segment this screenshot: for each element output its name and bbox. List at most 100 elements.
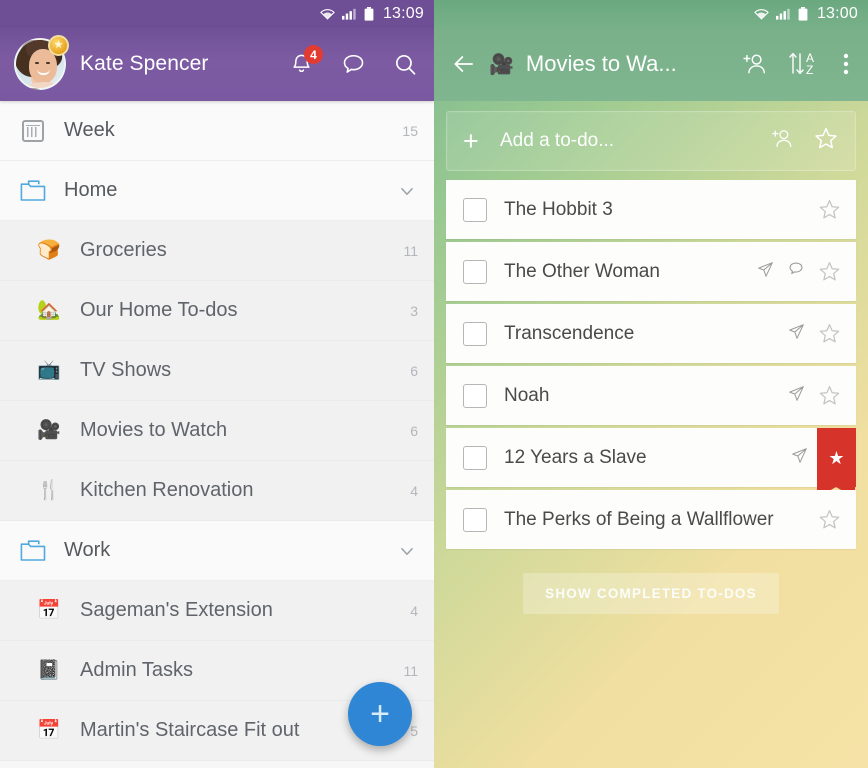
star-outline-icon[interactable] [818,198,841,221]
todo-checkbox[interactable] [463,259,487,284]
chevron-down-icon[interactable] [396,540,418,562]
todo-meta [818,198,856,221]
star-outline-icon[interactable] [813,126,839,156]
bell-icon[interactable]: 4 [286,45,323,79]
folder-icon [18,179,48,202]
dual-screenshot: 13:09 ★ Kate Spencer 4 Week 15 Home 🍞 Gr… [0,0,868,768]
house-with-garden-icon: 🏡 [37,300,61,321]
page-title: Movies to Wa... [525,51,677,76]
avatar[interactable]: ★ [14,35,69,90]
plus-icon: + [463,125,479,156]
sidebar-item-label: TV Shows [80,359,172,381]
add-todo-input[interactable]: + Add a to-do... [446,111,856,171]
star-outline-icon[interactable] [818,508,841,531]
battery-icon [364,6,374,21]
todo-row[interactable]: 12 Years a Slave ★ [446,428,856,498]
back-arrow-icon[interactable] [447,51,481,77]
sidebar-item-sageman-s-extension[interactable]: 📅 Sageman's Extension 4 [0,581,434,641]
right-app-bar: 🎥 Movies to Wa... A Z [434,27,868,101]
more-vertical-icon[interactable] [837,49,855,79]
star-badge-icon: ★ [48,35,69,56]
calendar-icon: 📅 [37,720,61,741]
sidebar-item-tv-shows[interactable]: 📺 TV Shows 6 [0,341,434,401]
assignee-paper-plane-icon [791,447,808,469]
comment-bubble-icon [787,260,805,283]
movie-camera-icon: 🎥 [37,420,61,441]
sidebar-item-count: 5 [410,722,418,739]
plus-icon: + [370,695,390,733]
sidebar-item-our-home-to-dos[interactable]: 🏡 Our Home To-dos 3 [0,281,434,341]
week-calendar-icon [18,119,48,142]
right-appbar-actions: A Z [739,49,855,79]
show-completed-todos-button[interactable]: SHOW COMPLETED TO-DOS [523,573,779,614]
fork-and-knife-icon: 🍴 [37,480,61,501]
sidebar-item-label: Sageman's Extension [80,599,273,621]
svg-text:Z: Z [806,63,813,77]
wifi-icon [320,8,335,20]
sidebar-item-home[interactable]: Home [0,161,434,221]
star-outline-icon[interactable] [818,384,841,407]
todo-checkbox[interactable] [463,197,487,222]
sidebar-item-label: Kitchen Renovation [80,479,254,501]
todo-row[interactable]: Transcendence [446,304,856,363]
todo-label: The Other Woman [504,260,660,282]
sidebar-item-label: Movies to Watch [80,419,228,441]
sidebar-item-count: 6 [410,422,418,439]
todo-label: Transcendence [504,322,635,344]
sidebar-item-count: 11 [403,242,418,259]
todo-checkbox[interactable] [463,445,487,470]
left-status-bar: 13:09 [0,0,434,27]
sidebar-item-label: Home [64,179,118,201]
sidebar-item-count: 11 [403,662,418,679]
todo-meta [818,508,856,531]
notebook-icon: 📓 [37,660,61,681]
todo-checkbox[interactable] [463,383,487,408]
notification-count-badge: 4 [304,45,323,64]
signal-icon [341,8,357,20]
star-ribbon-badge[interactable]: ★ [817,428,856,498]
sidebar-item-movies-to-watch[interactable]: 🎥 Movies to Watch 6 [0,401,434,461]
right-phone-screen: 13:00 🎥 Movies to Wa... A Z + Add a to-d… [434,0,868,768]
sidebar-item-label: Work [64,539,111,561]
user-name: Kate Spencer [80,52,209,75]
todo-label: The Perks of Being a Wallflower [504,508,774,530]
todo-row[interactable]: The Perks of Being a Wallflower [446,490,856,549]
folder-icon [18,539,48,562]
show-completed-wrap: SHOW COMPLETED TO-DOS [434,573,868,614]
right-status-bar: 13:00 [434,0,868,27]
todo-row[interactable]: The Other Woman [446,242,856,301]
chat-bubble-icon[interactable] [338,49,368,79]
todo-row[interactable]: The Hobbit 3 [446,180,856,239]
todo-checkbox[interactable] [463,321,487,346]
star-outline-icon[interactable] [818,260,841,283]
sidebar-item-count: 6 [410,362,418,379]
sidebar-item-label: Groceries [80,239,167,261]
todo-label: The Hobbit 3 [504,198,613,220]
assignee-paper-plane-icon [757,261,774,283]
add-person-icon[interactable] [739,49,769,79]
left-status-clock: 13:09 [382,4,424,22]
add-list-fab[interactable]: + [348,682,412,746]
sidebar-item-work[interactable]: Work [0,521,434,581]
sidebar-item-label: Week [64,119,115,141]
sidebar-item-groceries[interactable]: 🍞 Groceries 11 [0,221,434,281]
sidebar-nav-list: Week 15 Home 🍞 Groceries 11 🏡 Our Home To-dos 3 📺… [0,101,434,768]
movie-camera-icon: 🎥 [489,53,514,76]
left-app-bar: ★ Kate Spencer 4 [0,27,434,101]
sidebar-item-week[interactable]: Week 15 [0,101,434,161]
assignee-paper-plane-icon [788,385,805,407]
right-status-clock: 13:00 [816,4,858,22]
sidebar-item-label: Admin Tasks [80,659,194,681]
search-icon[interactable] [390,49,420,79]
signal-icon [775,8,791,20]
star-outline-icon[interactable] [818,322,841,345]
television-icon: 📺 [37,360,61,381]
add-person-icon[interactable] [769,127,795,156]
todo-checkbox[interactable] [463,507,487,532]
left-phone-screen: 13:09 ★ Kate Spencer 4 Week 15 Home 🍞 Gr… [0,0,434,768]
chevron-down-icon[interactable] [396,180,418,202]
sidebar-item-kitchen-renovation[interactable]: 🍴 Kitchen Renovation 4 [0,461,434,521]
sidebar-item-count: 15 [402,122,418,139]
sort-az-icon[interactable]: A Z [786,49,820,79]
todo-row[interactable]: Noah [446,366,856,425]
